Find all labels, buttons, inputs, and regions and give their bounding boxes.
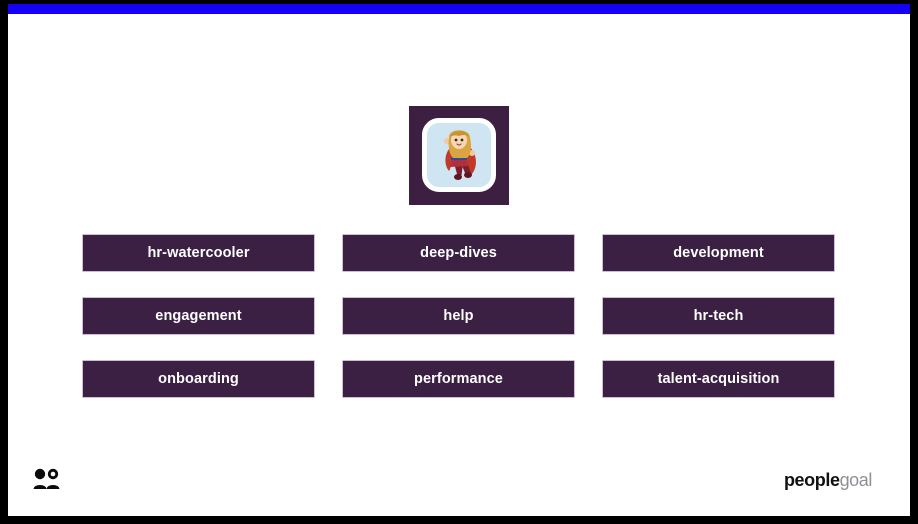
- channel-button-label: engagement: [155, 308, 242, 324]
- channel-button-hr-tech[interactable]: hr-tech: [602, 297, 835, 335]
- brand-light-part: goal: [839, 470, 873, 490]
- blue-accent-bar: [8, 4, 910, 14]
- channel-button-label: help: [443, 308, 474, 324]
- channel-button-label: onboarding: [158, 371, 239, 387]
- channel-button-label: deep-dives: [420, 245, 497, 261]
- superhero-avatar-icon: [422, 118, 496, 192]
- channel-button-onboarding[interactable]: onboarding: [82, 360, 315, 398]
- channel-button-grid: hr-watercooler deep-dives development en…: [82, 234, 836, 398]
- channel-button-label: development: [673, 245, 764, 261]
- peoplegoal-logo: peoplegoal: [784, 470, 872, 491]
- brand-bold-part: people: [783, 470, 840, 490]
- channel-button-help[interactable]: help: [342, 297, 575, 335]
- channel-button-label: performance: [414, 371, 503, 387]
- app-icon-tile: [409, 106, 509, 205]
- channel-button-development[interactable]: development: [602, 234, 835, 272]
- screen-frame: hr-watercooler deep-dives development en…: [0, 0, 918, 524]
- channel-button-performance[interactable]: performance: [342, 360, 575, 398]
- channel-button-label: hr-watercooler: [147, 245, 250, 261]
- channel-button-label: hr-tech: [693, 308, 744, 324]
- channel-button-talent-acquisition[interactable]: talent-acquisition: [602, 360, 835, 398]
- channel-button-engagement[interactable]: engagement: [82, 297, 315, 335]
- channel-button-hr-watercooler[interactable]: hr-watercooler: [82, 234, 315, 272]
- slide-card: hr-watercooler deep-dives development en…: [8, 4, 910, 516]
- people-group-icon[interactable]: [32, 468, 60, 492]
- channel-button-deep-dives[interactable]: deep-dives: [342, 234, 575, 272]
- channel-button-label: talent-acquisition: [657, 371, 780, 387]
